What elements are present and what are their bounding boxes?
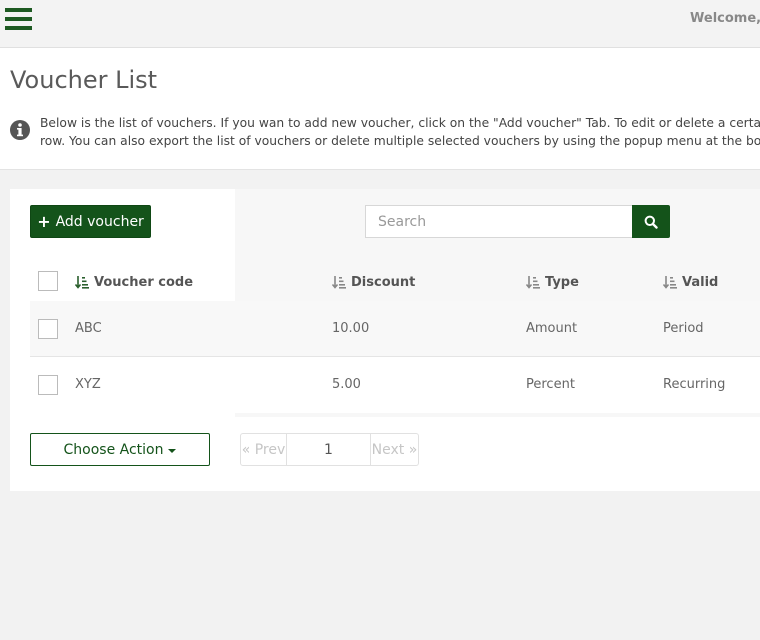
- choose-action-label: Choose Action: [63, 441, 164, 458]
- search-icon: [644, 215, 658, 229]
- plus-icon: +: [37, 211, 51, 231]
- welcome-text: Welcome, A: [690, 11, 760, 26]
- page-header: Voucher List Below is the list of vouche…: [0, 48, 760, 170]
- page-title: Voucher List: [10, 66, 158, 94]
- choose-action-button[interactable]: Choose Action: [30, 433, 210, 466]
- table-row[interactable]: ABC 10.00 Amount Period: [30, 301, 760, 357]
- sort-icon: [663, 276, 677, 289]
- voucher-code-cell: ABC: [75, 321, 102, 336]
- row-checkbox[interactable]: [38, 375, 58, 395]
- search-input[interactable]: [365, 205, 632, 238]
- column-header-type[interactable]: Type: [526, 275, 579, 290]
- discount-cell: 5.00: [332, 377, 361, 392]
- sort-icon: [526, 276, 540, 289]
- select-all-checkbox[interactable]: [38, 271, 58, 291]
- voucher-code-cell: XYZ: [75, 377, 101, 392]
- table-row[interactable]: XYZ 5.00 Percent Recurring: [30, 357, 760, 413]
- column-label: Type: [545, 275, 579, 290]
- discount-cell: 10.00: [332, 321, 370, 336]
- table-header: Voucher code Discount Type Valid: [30, 263, 760, 302]
- next-page-button[interactable]: Next »: [371, 433, 419, 466]
- sort-icon: [332, 276, 346, 289]
- prev-page-button[interactable]: « Prev: [240, 433, 287, 466]
- column-header-discount[interactable]: Discount: [332, 275, 415, 290]
- row-checkbox[interactable]: [38, 319, 58, 339]
- column-header-voucher-code[interactable]: Voucher code: [75, 275, 193, 290]
- column-label: Discount: [351, 275, 416, 290]
- valid-cell: Period: [663, 321, 704, 336]
- sort-icon: [75, 276, 89, 289]
- info-text: Below is the list of vouchers. If you wa…: [40, 114, 760, 150]
- info-icon: [10, 120, 30, 140]
- valid-cell: Recurring: [663, 377, 726, 392]
- info-text-line: row. You can also export the list of vou…: [40, 134, 760, 148]
- column-label: Valid: [682, 275, 719, 290]
- voucher-card: + Add voucher Voucher code: [10, 189, 760, 491]
- search-button[interactable]: [632, 205, 670, 238]
- column-label: Voucher code: [94, 275, 194, 290]
- caret-down-icon: [168, 448, 177, 453]
- column-header-valid[interactable]: Valid: [663, 275, 718, 290]
- pagination: « Prev 1 Next »: [240, 433, 419, 466]
- page-number[interactable]: 1: [287, 433, 371, 466]
- top-bar: Welcome, A: [0, 0, 760, 48]
- info-text-line: Below is the list of vouchers. If you wa…: [40, 116, 760, 130]
- type-cell: Amount: [526, 321, 578, 336]
- type-cell: Percent: [526, 377, 575, 392]
- add-voucher-label: Add voucher: [55, 213, 144, 230]
- add-voucher-button[interactable]: + Add voucher: [30, 205, 151, 238]
- menu-icon[interactable]: [5, 6, 33, 32]
